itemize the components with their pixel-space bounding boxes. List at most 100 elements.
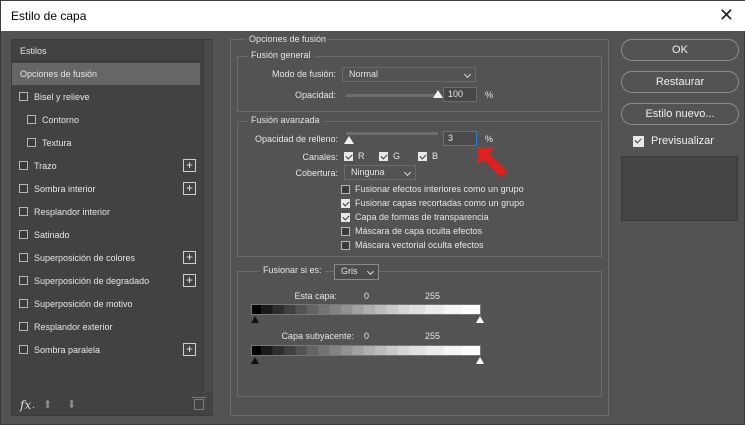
blend-if-group: Fusionar si es: Gris Esta capa: 0 255 Ca… — [237, 264, 602, 397]
style-item-drop-shadow[interactable]: Sombra paralela + — [12, 339, 200, 361]
trash-icon[interactable] — [192, 397, 206, 410]
style-item-label: Contorno — [42, 115, 80, 125]
style-item-contour[interactable]: Contorno — [12, 109, 200, 131]
satin-checkbox[interactable] — [19, 230, 28, 239]
style-item-inner-shadow[interactable]: Sombra interior + — [12, 178, 200, 200]
channel-b-checkbox[interactable] — [418, 152, 427, 161]
transparency-shapes-checkbox[interactable] — [341, 213, 350, 222]
style-item-color-overlay[interactable]: Superposición de colores + — [12, 247, 200, 269]
knockout-label: Cobertura: — [295, 168, 338, 178]
blend-if-select[interactable]: Gris — [334, 264, 379, 280]
stroke-checkbox[interactable] — [19, 161, 28, 170]
styles-header-label: Estilos — [20, 46, 47, 56]
texture-checkbox[interactable] — [27, 138, 36, 147]
blend-mode-select[interactable]: Normal — [342, 67, 476, 82]
blend-mode-value: Normal — [349, 69, 379, 79]
layer-mask-hides-checkbox[interactable] — [341, 227, 350, 236]
opacity-input[interactable]: 100 — [443, 87, 477, 102]
channel-g-checkbox[interactable] — [379, 152, 388, 161]
fill-opacity-input[interactable]: 3 — [443, 131, 477, 146]
add-inner-shadow-icon[interactable]: + — [183, 182, 196, 195]
inner-glow-checkbox[interactable] — [19, 207, 28, 216]
outer-glow-checkbox[interactable] — [19, 322, 28, 331]
underlying-gradient — [251, 345, 481, 356]
chevron-down-icon — [403, 168, 412, 177]
gradient-overlay-checkbox[interactable] — [19, 276, 28, 285]
underlying-black-slider[interactable] — [251, 357, 259, 364]
this-layer-gradient — [251, 304, 481, 315]
option-label: Fusionar capas recortadas como un grupo — [355, 198, 525, 208]
advanced-blending-group: Fusión avanzada Opacidad de relleno: 3 %… — [237, 115, 602, 257]
close-icon[interactable]: ✕ — [719, 6, 734, 24]
style-item-label: Textura — [42, 138, 72, 148]
annotation-arrow-icon — [477, 147, 507, 177]
style-item-satin[interactable]: Satinado — [12, 224, 200, 246]
reset-button[interactable]: Restaurar — [621, 71, 739, 93]
style-item-inner-glow[interactable]: Resplandor interior — [12, 201, 200, 223]
add-color-overlay-icon[interactable]: + — [183, 251, 196, 264]
blending-options-title: Opciones de fusión — [246, 34, 330, 44]
style-item-label: Resplandor interior — [34, 207, 111, 217]
general-blending-group: Fusión general Modo de fusión: Normal Op… — [237, 50, 602, 112]
add-gradient-overlay-icon[interactable]: + — [183, 274, 196, 287]
add-stroke-icon[interactable]: + — [183, 159, 196, 172]
blend-if-value: Gris — [341, 266, 358, 276]
underlying-min: 0 — [364, 331, 370, 341]
blend-clipped-layers-checkbox[interactable] — [341, 199, 350, 208]
fx-icon[interactable]: fx — [20, 398, 31, 412]
style-item-blending-options[interactable]: Opciones de fusión — [12, 63, 200, 85]
style-item-pattern-overlay[interactable]: Superposición de motivo — [12, 293, 200, 315]
add-drop-shadow-icon[interactable]: + — [183, 343, 196, 356]
option-label: Máscara vectorial oculta efectos — [355, 240, 484, 250]
chevron-down-icon — [463, 70, 472, 79]
ok-button[interactable]: OK — [621, 39, 739, 61]
window-title: Estilo de capa — [11, 9, 87, 23]
knockout-select[interactable]: Ninguna — [344, 165, 416, 180]
move-up-icon[interactable]: ⬆ — [43, 398, 52, 411]
style-item-label: Superposición de degradado — [34, 276, 150, 286]
preview-checkbox[interactable] — [633, 136, 644, 147]
fill-opacity-slider-track[interactable] — [346, 132, 438, 135]
title-bar: Estilo de capa ✕ — [1, 1, 745, 31]
option-label: Fusionar efectos interiores como un grup… — [355, 184, 524, 194]
style-item-stroke[interactable]: Trazo + — [12, 155, 200, 177]
advanced-blending-title: Fusión avanzada — [248, 115, 323, 125]
styles-list-panel: Estilos Opciones de fusión Bisel y relie… — [11, 39, 213, 416]
underlying-white-slider[interactable] — [476, 357, 484, 364]
opacity-slider-track[interactable] — [346, 94, 438, 97]
this-layer-black-slider[interactable] — [251, 316, 259, 323]
bevel-emboss-checkbox[interactable] — [19, 92, 28, 101]
blend-interior-effects-checkbox[interactable] — [341, 185, 350, 194]
pattern-overlay-checkbox[interactable] — [19, 299, 28, 308]
opacity-label: Opacidad: — [294, 90, 336, 100]
style-item-label: Superposición de colores — [34, 253, 136, 263]
channel-r-checkbox[interactable] — [344, 152, 353, 161]
fill-opacity-slider-handle[interactable] — [343, 136, 354, 144]
inner-shadow-checkbox[interactable] — [19, 184, 28, 193]
move-down-icon[interactable]: ⬇ — [67, 398, 76, 411]
channel-b-label: B — [432, 151, 439, 161]
style-item-label: Sombra paralela — [34, 345, 101, 355]
preview-label: Previsualizar — [651, 135, 714, 147]
blend-mode-label: Modo de fusión: — [271, 69, 336, 79]
this-layer-white-slider[interactable] — [476, 316, 484, 323]
style-item-bevel-emboss[interactable]: Bisel y relieve — [12, 86, 200, 108]
color-overlay-checkbox[interactable] — [19, 253, 28, 262]
style-item-label: Superposición de motivo — [34, 299, 133, 309]
layer-style-dialog: Estilo de capa ✕ Estilos Opciones de fus… — [0, 0, 745, 425]
new-style-button[interactable]: Estilo nuevo... — [621, 103, 739, 125]
opacity-slider-handle[interactable] — [433, 90, 443, 98]
contour-checkbox[interactable] — [27, 115, 36, 124]
styles-scrollbar[interactable] — [202, 40, 213, 415]
styles-header[interactable]: Estilos — [12, 40, 200, 62]
option-label: Capa de formas de transparencia — [355, 212, 489, 222]
style-item-texture[interactable]: Textura — [12, 132, 200, 154]
style-item-gradient-overlay[interactable]: Superposición de degradado + — [12, 270, 200, 292]
style-item-label: Trazo — [34, 161, 57, 171]
styles-toolbar: fx . ⬆ ⬇ — [12, 396, 206, 416]
fx-menu-dot: . — [32, 400, 35, 411]
style-item-outer-glow[interactable]: Resplandor exterior — [12, 316, 200, 338]
scrollbar-thumb[interactable] — [203, 40, 212, 392]
vector-mask-hides-checkbox[interactable] — [341, 241, 350, 250]
drop-shadow-checkbox[interactable] — [19, 345, 28, 354]
